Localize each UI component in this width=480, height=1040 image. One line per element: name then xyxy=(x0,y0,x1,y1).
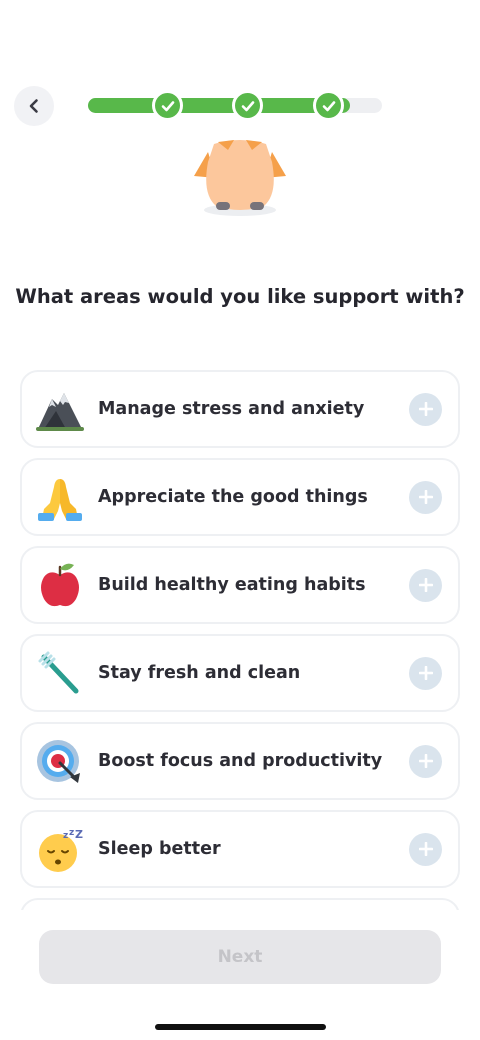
option-manage-stress[interactable]: Manage stress and anxiety xyxy=(20,370,460,448)
sleeping-face-icon: z z Z xyxy=(39,828,83,872)
plus-icon[interactable] xyxy=(409,744,442,778)
fox-mascot-icon xyxy=(194,140,286,216)
option-boost-focus[interactable]: Boost focus and productivity xyxy=(20,722,460,800)
mountain-icon xyxy=(36,393,84,431)
plus-icon[interactable] xyxy=(409,832,442,866)
next-button[interactable]: Next xyxy=(39,930,441,984)
option-label: Build healthy eating habits xyxy=(98,575,366,595)
target-icon xyxy=(37,740,80,783)
plus-icon[interactable] xyxy=(409,480,442,514)
option-stay-fresh[interactable]: Stay fresh and clean xyxy=(20,634,460,712)
option-partial-next[interactable] xyxy=(20,898,460,910)
svg-text:Z: Z xyxy=(75,828,83,841)
plus-icon[interactable] xyxy=(409,392,442,426)
toothbrush-icon xyxy=(38,651,79,694)
option-label: Appreciate the good things xyxy=(98,487,368,507)
option-label: Stay fresh and clean xyxy=(98,663,301,683)
apple-icon xyxy=(41,563,79,607)
svg-text:z: z xyxy=(63,831,68,841)
option-label: Boost focus and productivity xyxy=(98,751,383,771)
step-check-icon xyxy=(152,90,183,121)
option-sleep-better[interactable]: z z Z Sleep better xyxy=(20,810,460,888)
chevron-left-icon xyxy=(29,99,38,113)
svg-text:z: z xyxy=(69,828,74,838)
back-button[interactable] xyxy=(14,86,54,126)
option-label: Sleep better xyxy=(98,839,221,859)
plus-icon[interactable] xyxy=(409,656,442,690)
option-appreciate-good-things[interactable]: Appreciate the good things xyxy=(20,458,460,536)
option-healthy-eating[interactable]: Build healthy eating habits xyxy=(20,546,460,624)
options-list: Manage stress and anxiety Appreciate the… xyxy=(20,370,460,910)
home-indicator xyxy=(155,1024,326,1030)
plus-icon[interactable] xyxy=(409,568,442,602)
progress-bar-fill xyxy=(88,98,350,113)
step-check-icon xyxy=(232,90,263,121)
question-heading: What areas would you like support with? xyxy=(15,285,465,308)
praying-hands-icon xyxy=(38,479,82,521)
option-label: Manage stress and anxiety xyxy=(98,399,365,419)
step-check-icon xyxy=(313,90,344,121)
